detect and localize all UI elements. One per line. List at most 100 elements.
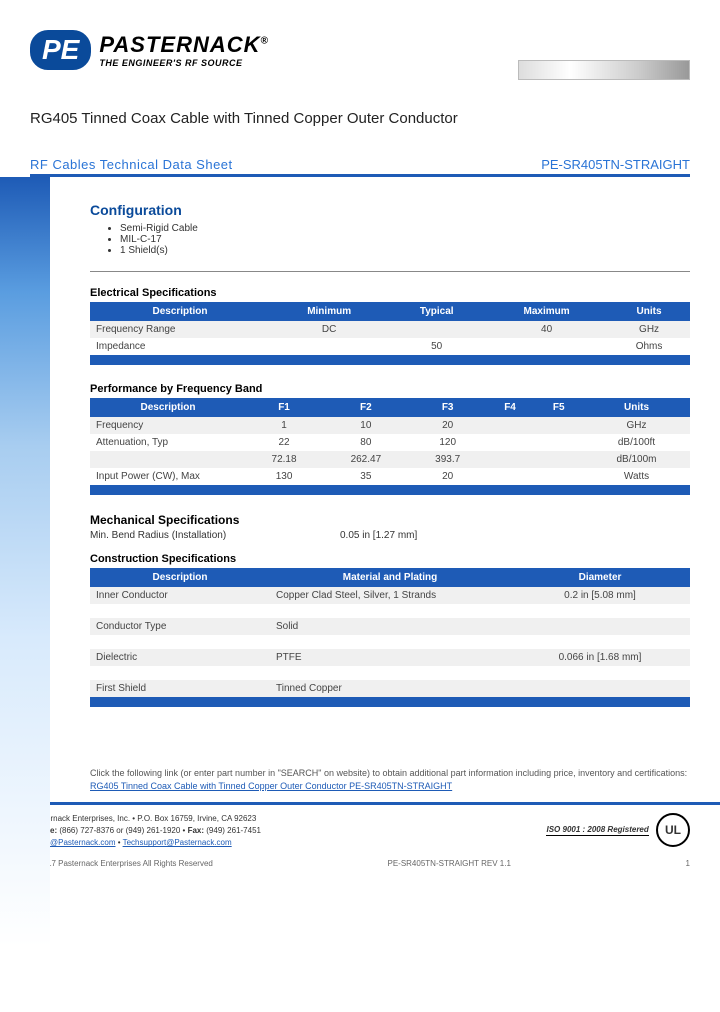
support-email-link[interactable]: Techsupport@Pasternack.com [123,838,232,847]
bend-radius-value: 0.05 in [1.27 mm] [340,530,417,541]
fax-label: Fax: [188,826,204,835]
col-header: Units [608,302,690,321]
table-cell: GHz [608,321,690,338]
table-row: Frequency11020GHz [90,417,690,434]
col-header: Typical [388,302,485,321]
revision-text: PE-SR405TN-STRAIGHT REV 1.1 [387,859,510,868]
table-cell: 0.2 in [5.08 mm] [510,587,690,604]
footer-bar [0,802,720,805]
table-cell [510,618,690,635]
col-header: Description [90,568,270,587]
col-header: F1 [246,398,322,417]
table-cell: 262.47 [322,451,410,468]
table-row: Inner ConductorCopper Clad Steel, Silver… [90,587,690,604]
table-cell: 50 [388,338,485,355]
table-cell: 80 [322,434,410,451]
table-cell [486,468,535,485]
table-cell: Inner Conductor [90,587,270,604]
electrical-table: Description Minimum Typical Maximum Unit… [90,302,690,355]
table-cell: 40 [485,321,608,338]
logo-badge: PE [30,30,91,70]
table-cell [90,451,246,468]
link-paragraph: Click the following link (or enter part … [90,767,690,792]
table-cell [534,434,583,451]
fax-value: (949) 261-7451 [206,826,261,835]
table-cell: First Shield [90,680,270,697]
table-cell [485,338,608,355]
table-cell: GHz [583,417,690,434]
list-item: Semi-Rigid Cable [120,223,690,234]
product-link[interactable]: RG405 Tinned Coax Cable with Tinned Copp… [90,781,452,791]
copyright-text: © 2017 Pasternack Enterprises All Rights… [30,859,213,868]
datasheet-label: RF Cables Technical Data Sheet [30,157,233,172]
trademark-symbol: ® [261,36,269,47]
table-cell: 10 [322,417,410,434]
spacer-row [90,666,690,680]
table-cell [510,680,690,697]
col-header: Diameter [510,568,690,587]
spacer-row [90,604,690,618]
performance-table: Description F1 F2 F3 F4 F5 Units Frequen… [90,398,690,485]
col-header: Material and Plating [270,568,510,587]
table-end-bar [90,355,690,365]
part-number: PE-SR405TN-STRAIGHT [541,157,690,172]
table-cell: 120 [410,434,486,451]
bend-radius-label: Min. Bend Radius (Installation) [90,530,340,541]
table-cell: Copper Clad Steel, Silver, 1 Strands [270,587,510,604]
table-row: Attenuation, Typ2280120dB/100ft [90,434,690,451]
table-cell [270,338,388,355]
col-header: F4 [486,398,535,417]
mechanical-heading: Mechanical Specifications [90,513,690,527]
table-cell: Input Power (CW), Max [90,468,246,485]
col-header: Minimum [270,302,388,321]
table-cell: 0.066 in [1.68 mm] [510,649,690,666]
table-cell: Watts [583,468,690,485]
table-cell: Ohms [608,338,690,355]
company-logo: PE PASTERNACK® THE ENGINEER'S RF SOURCE [30,30,269,70]
table-row: 72.18262.47393.7dB/100m [90,451,690,468]
table-cell: 130 [246,468,322,485]
spacer-row [90,635,690,649]
table-cell: Solid [270,618,510,635]
table-cell: DC [270,321,388,338]
electrical-heading: Electrical Specifications [90,287,690,299]
footer-address: Pasternack Enterprises, Inc. • P.O. Box … [30,813,261,825]
col-header: Units [583,398,690,417]
performance-heading: Performance by Frequency Band [90,383,690,395]
table-cell: Frequency [90,417,246,434]
table-cell: PTFE [270,649,510,666]
table-row: DielectricPTFE0.066 in [1.68 mm] [90,649,690,666]
table-end-bar [90,485,690,495]
phone-value: (866) 727-8376 or (949) 261-1920 [59,826,180,835]
table-row: Conductor TypeSolid [90,618,690,635]
section-divider [90,271,690,272]
table-cell: Dielectric [90,649,270,666]
configuration-list: Semi-Rigid Cable MIL-C-17 1 Shield(s) [105,223,690,256]
table-cell: 72.18 [246,451,322,468]
logo-tagline: THE ENGINEER'S RF SOURCE [99,58,269,68]
table-cell: Conductor Type [90,618,270,635]
list-item: MIL-C-17 [120,234,690,245]
table-cell: dB/100m [583,451,690,468]
product-image [518,60,690,80]
table-cell: Frequency Range [90,321,270,338]
table-cell: 20 [410,417,486,434]
table-cell: dB/100ft [583,434,690,451]
side-gradient-decoration [0,177,50,947]
construction-heading: Construction Specifications [90,553,690,565]
page-title: RG405 Tinned Coax Cable with Tinned Copp… [30,110,690,127]
construction-table: Description Material and Plating Diamete… [90,568,690,697]
col-header: Description [90,302,270,321]
table-end-bar [90,697,690,707]
table-cell [534,417,583,434]
table-cell [486,434,535,451]
page-number: 1 [686,859,690,868]
iso-certification: ISO 9001 : 2008 Registered [546,825,648,836]
table-cell [534,468,583,485]
ul-logo-icon: UL [656,813,690,847]
table-cell: Tinned Copper [270,680,510,697]
table-cell: 35 [322,468,410,485]
col-header: F2 [322,398,410,417]
col-header: Maximum [485,302,608,321]
table-cell [486,451,535,468]
